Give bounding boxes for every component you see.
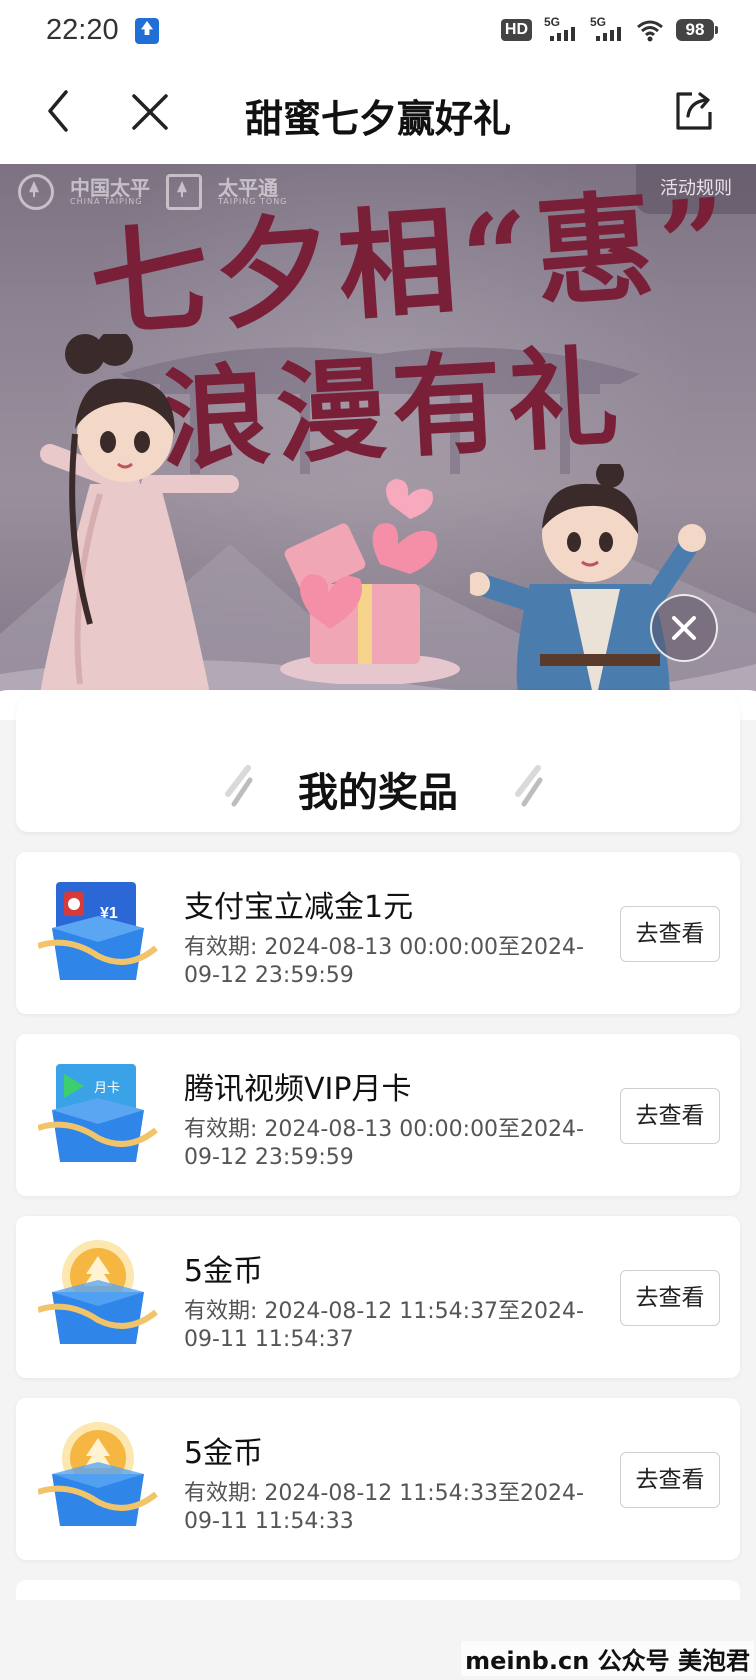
card-label: 月卡 bbox=[94, 1081, 120, 1096]
girl-character-illustration bbox=[40, 334, 239, 694]
my-prizes-title: 我的奖品 bbox=[298, 770, 458, 816]
tencent-video-card-gift-icon: 月卡 bbox=[38, 1064, 158, 1162]
banner-close-icon[interactable] bbox=[650, 594, 718, 662]
gold-coin-gift-icon bbox=[38, 1240, 158, 1344]
prize-card: 5金币 有效期: 2024-08-12 11:54:37至2024-09-11 … bbox=[16, 1216, 740, 1378]
prize-validity: 有效期: 2024-08-13 00:00:00至2024-09-12 23:5… bbox=[184, 1117, 584, 1170]
battery-icon: 98 bbox=[676, 19, 718, 41]
my-prizes-panel: 我的奖品 ¥1 支付宝立减金1元 有效期: 2024-08-13 00:00:0… bbox=[0, 690, 756, 1680]
signal-icon: 5G bbox=[590, 15, 624, 43]
prize-list: ¥1 支付宝立减金1元 有效期: 2024-08-13 00:00:00至202… bbox=[16, 852, 740, 1600]
alipay-voucher-gift-icon: ¥1 bbox=[38, 882, 158, 980]
prize-name: 支付宝立减金1元 bbox=[184, 890, 414, 925]
prize-card: 月卡 腾讯视频VIP月卡 有效期: 2024-08-13 00:00:00至20… bbox=[16, 1034, 740, 1196]
page-title: 甜蜜七夕赢好礼 bbox=[244, 97, 511, 141]
my-prizes-header: 我的奖品 bbox=[16, 690, 740, 832]
slash-decoration-icon bbox=[515, 765, 543, 807]
view-prize-button[interactable]: 去查看 bbox=[620, 1452, 720, 1508]
share-icon[interactable] bbox=[672, 88, 716, 134]
prize-card: 5金币 有效期: 2024-08-12 11:54:33至2024-09-11 … bbox=[16, 1398, 740, 1560]
hd-icon: HD bbox=[500, 19, 532, 41]
status-bar: 22:20 HD 5G 5G 98 bbox=[0, 0, 756, 64]
app-notification-icon bbox=[135, 18, 159, 44]
nav-bar: 甜蜜七夕赢好礼 bbox=[0, 64, 756, 164]
gift-box-illustration bbox=[280, 479, 460, 684]
view-prize-button[interactable]: 去查看 bbox=[620, 1270, 720, 1326]
prize-card: ¥1 支付宝立减金1元 有效期: 2024-08-13 00:00:00至202… bbox=[16, 852, 740, 1014]
view-prize-button[interactable]: 去查看 bbox=[620, 906, 720, 962]
china-taiping-logo-icon bbox=[18, 174, 54, 210]
prize-name: 5金币 bbox=[184, 1436, 264, 1471]
prize-validity: 有效期: 2024-08-12 11:54:33至2024-09-11 11:5… bbox=[184, 1481, 584, 1534]
activity-banner: 中国太平 CHINA TAIPING 太平通 TAIPING TONG 活动规则 七… bbox=[0, 164, 756, 704]
prize-validity: 有效期: 2024-08-13 00:00:00至2024-09-12 23:5… bbox=[184, 935, 584, 988]
gold-coin-gift-icon bbox=[38, 1422, 158, 1526]
wifi-icon bbox=[637, 20, 663, 42]
prize-name: 5金币 bbox=[184, 1254, 264, 1289]
signal-icon: 5G bbox=[544, 15, 578, 43]
prize-name: 腾讯视频VIP月卡 bbox=[184, 1072, 412, 1107]
watermark: meinb.cn 公众号 美泡君 bbox=[461, 1641, 754, 1676]
status-icons: HD 5G 5G 98 bbox=[500, 15, 718, 43]
taiping-tong-logo-icon bbox=[166, 174, 202, 210]
prize-validity: 有效期: 2024-08-12 11:54:37至2024-09-11 11:5… bbox=[184, 1299, 584, 1352]
boy-character-illustration bbox=[470, 464, 706, 704]
prize-card-partial bbox=[16, 1580, 740, 1600]
status-time: 22:20 bbox=[46, 14, 119, 46]
view-prize-button[interactable]: 去查看 bbox=[620, 1088, 720, 1144]
brand-name-en: CHINA TAIPING bbox=[70, 197, 143, 206]
